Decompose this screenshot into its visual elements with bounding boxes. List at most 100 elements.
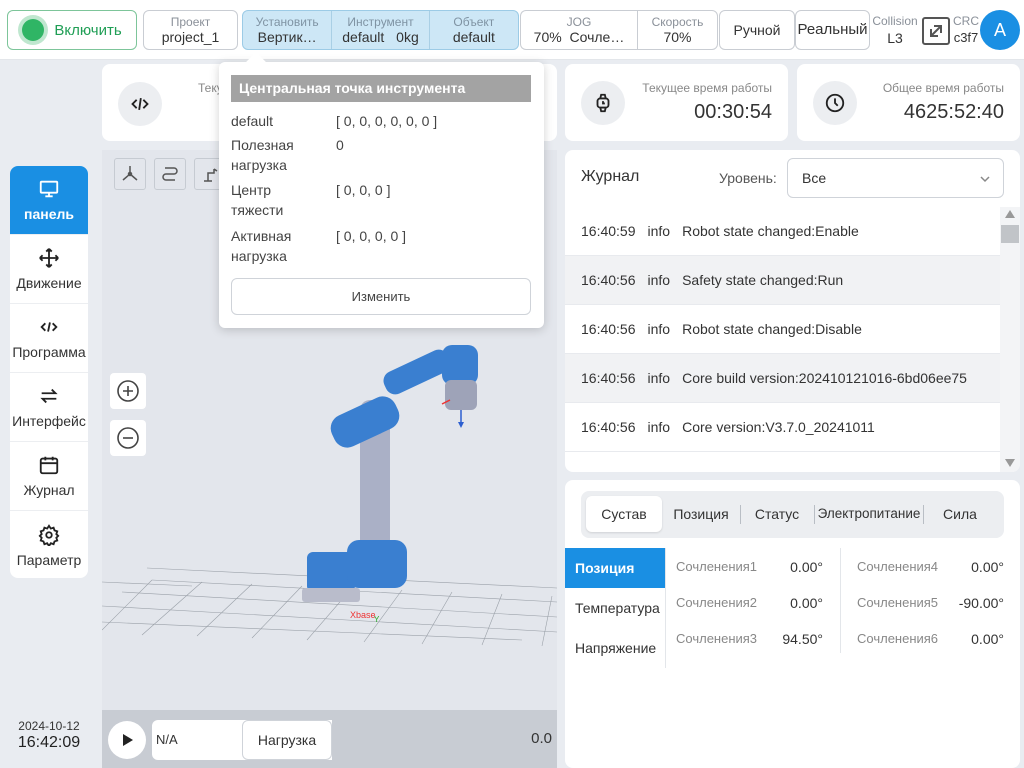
view-axes-icon[interactable] [114,158,146,190]
load-button[interactable]: Нагрузка [242,720,332,760]
joint6-value: 0.00° [971,631,1004,647]
swap-icon [40,388,58,404]
sidebar-item-movement[interactable]: Движение [10,235,88,304]
scroll-up-icon[interactable] [1004,209,1016,219]
clock: 2024-10-12 16:42:09 [10,719,88,752]
tcp-popup: Центральная точка инструмента default [ … [219,52,544,328]
object-segment[interactable]: Объект default [430,11,518,49]
sidebar-item-label: Журнал [23,482,75,498]
jog-label: JOG [566,15,592,29]
jog-value: 70% [533,29,562,45]
divider [665,548,666,668]
code-icon [40,322,58,332]
enable-button[interactable]: Включить [7,10,137,50]
chevron-down-icon [980,176,990,183]
instrument-value: default [342,29,385,45]
crc-value: c3f7 [953,30,979,45]
sidebar-item-program[interactable]: Программа [10,304,88,373]
status-tabs: Сустав Позиция Статус Электропитание Сил… [581,491,1004,538]
instrument-mass: 0kg [396,29,419,45]
tool-settings-button[interactable]: Установить Вертик… Инструмент default 0kg… [242,10,519,50]
view-bottom-bar: N/A Нагрузка 0.0 [102,710,557,768]
robot-model: Xbase Y [102,345,557,647]
current-runtime-card: Текущее время работы 00:30:54 [565,64,788,141]
crc-label: CRC [953,14,979,28]
manual-mode-button[interactable]: Ручной [719,10,795,50]
manual-mode-label: Ручной [733,22,781,38]
popup-row-name: Центр тяжести [231,182,284,218]
list-item: 16:40:56 info Core build version:202410121… [565,354,1000,403]
sidebar-item-panel[interactable]: панель [10,166,88,235]
install-segment[interactable]: Установить Вертик… [243,11,333,49]
current-runtime-value: 00:30:54 [694,101,772,123]
project-selector[interactable]: Проект project_1 [143,10,238,50]
install-label: Установить [255,15,319,29]
joint3-value: 94.50° [782,631,823,647]
tab-joint[interactable]: Сустав [586,496,662,532]
real-mode-button[interactable]: Реальный [795,10,870,50]
sidebar-item-parameters[interactable]: Параметр [10,511,88,578]
collision-label: Collision [872,14,918,28]
side-tab-temperature[interactable]: Температура [565,588,665,628]
instrument-label: Инструмент [347,15,414,29]
tab-position[interactable]: Позиция [669,496,733,532]
speed-value: 70% [663,29,692,45]
list-item: 16:40:59 info Robot state changed:Enable [565,207,1000,256]
joint2-label: Сочленения2 [676,595,758,610]
tab-status[interactable]: Статус [747,496,807,532]
edit-button[interactable]: Изменить [231,278,531,315]
scroll-thumb[interactable] [1001,225,1019,243]
svg-text:Y: Y [374,615,380,624]
expand-icon[interactable] [921,16,951,46]
level-select[interactable]: Все [787,158,1004,198]
side-tab-position[interactable]: Позиция [565,548,665,588]
real-mode-label: Реальный [797,21,868,38]
popup-title: Центральная точка инструмента [231,75,531,102]
avatar[interactable]: A [980,10,1020,50]
clock-date: 2024-10-12 [18,719,80,733]
speed-label: Скорость [651,15,704,29]
journal-panel: Журнал Уровень: Все 16:40:59 info Robot st… [565,150,1020,472]
instrument-segment[interactable]: Инструмент default 0kg [332,11,430,49]
journal-scrollbar[interactable] [1000,207,1020,472]
level-value: Все [802,170,827,186]
play-button[interactable] [108,721,146,759]
enable-status-dot [22,19,45,41]
sidebar-item-label: Движение [16,275,82,291]
sidebar-item-interface[interactable]: Интерфейс [10,373,88,442]
svg-text:Xbase: Xbase [350,610,376,620]
speed-selector[interactable]: Скорость 70% [637,10,718,50]
list-item: 16:40:56 info Robot state changed:Disable [565,305,1000,354]
move-icon [39,248,59,268]
code-icon [118,82,162,126]
calendar-icon [39,456,59,475]
speed-readout: 0.0 [531,730,552,747]
tab-divider [740,505,741,524]
clock-time: 16:42:09 [17,734,81,751]
monitor-icon [39,180,59,198]
popup-row-value: [ 0, 0, 0, 0, 0, 0 ] [336,113,438,129]
level-label: Уровень: [719,170,777,186]
joint1-label: Сочленения1 [676,559,758,574]
joint5-label: Сочленения5 [857,595,939,610]
tab-power[interactable]: Электропитание [815,496,923,532]
journal-title: Журнал [581,168,640,185]
joint2-value: 0.00° [790,595,823,611]
side-tab-voltage[interactable]: Напряжение [565,628,665,668]
popup-row-name: Полезная нагрузка [231,137,294,173]
object-label: Объект [453,15,495,29]
collision-indicator[interactable]: Collision L3 [872,14,918,46]
scroll-down-icon[interactable] [1004,458,1016,468]
current-runtime-label: Текущее время работы [642,81,772,95]
project-label: Проект [170,15,211,29]
top-bar: Включить Проект project_1 Установить Вер… [0,0,1024,60]
gear-icon [38,523,60,546]
object-value: default [452,29,495,45]
total-runtime-label: Общее время работы [882,81,1004,95]
tab-force[interactable]: Сила [930,496,990,532]
jog-selector[interactable]: JOG 70% Сочле… [520,10,637,50]
joint4-label: Сочленения4 [857,559,939,574]
sidebar-item-label: панель [24,206,74,222]
view-path-icon[interactable] [154,158,186,190]
sidebar-item-journal[interactable]: Журнал [10,442,88,511]
